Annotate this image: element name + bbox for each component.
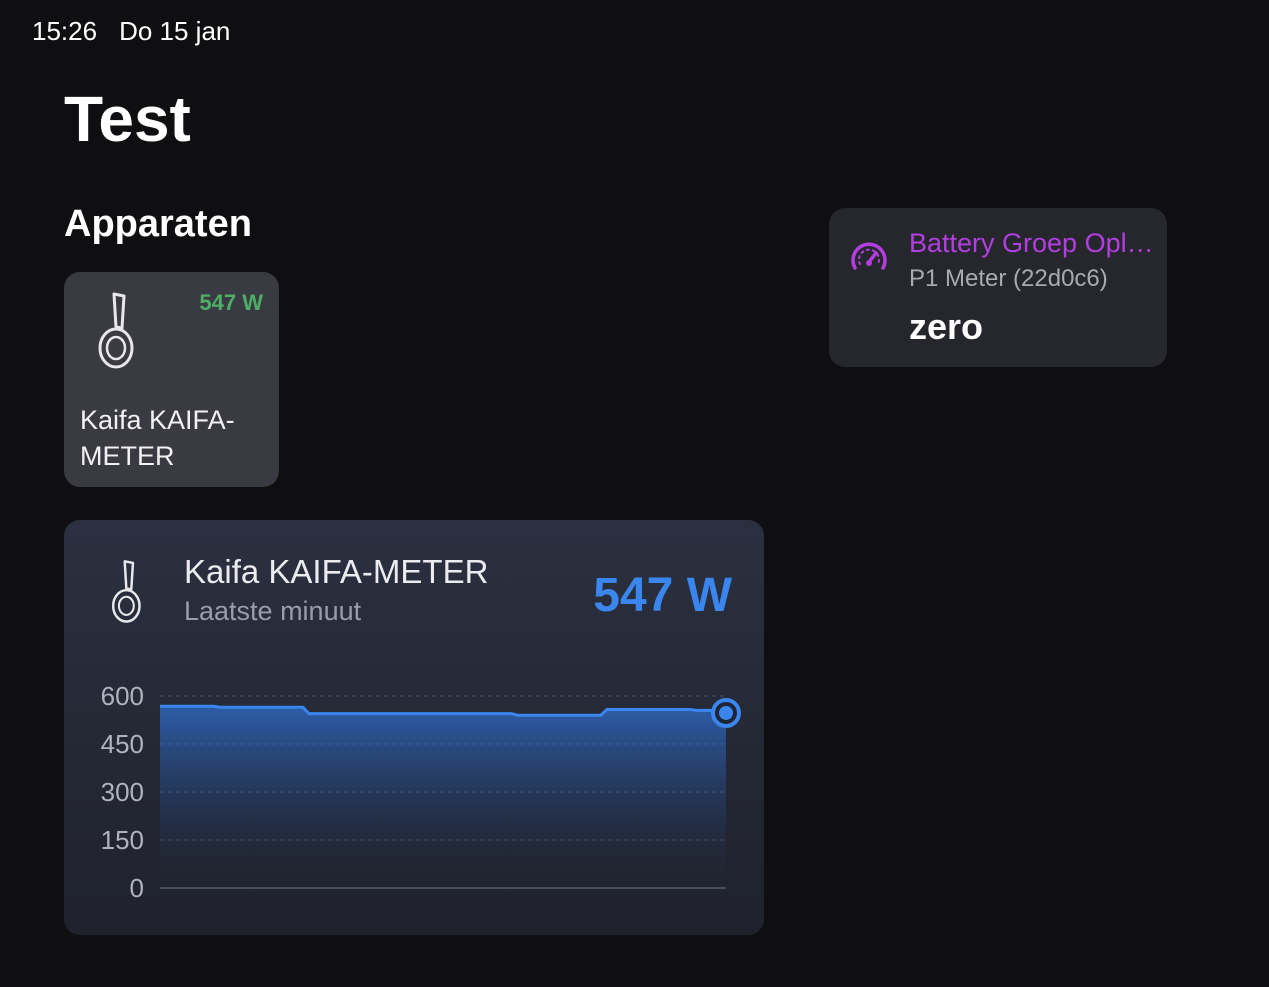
status-time: 15:26 xyxy=(32,16,98,46)
page-title: Test xyxy=(64,83,191,155)
status-date: Do 15 jan xyxy=(119,16,231,46)
battery-card-title: Battery Groep Opl… xyxy=(909,228,1154,258)
battery-card-value: zero xyxy=(909,306,984,347)
y-tick-label: 600 xyxy=(101,681,144,711)
status-bar: 15:26 Do 15 jan xyxy=(32,16,230,47)
gauge-icon xyxy=(849,238,889,283)
power-chart: 600 450 300 150 0 xyxy=(101,681,741,903)
battery-card-subtitle: P1 Meter (22d0c6) xyxy=(909,265,1108,292)
y-tick-label: 0 xyxy=(130,873,144,903)
current-point xyxy=(719,705,733,720)
battery-card[interactable]: Battery Groep Opl… P1 Meter (22d0c6) zer… xyxy=(829,208,1167,367)
y-tick-label: 300 xyxy=(101,777,144,807)
meter-probe-icon xyxy=(94,290,142,375)
power-chart-card[interactable]: Kaifa KAIFA-METER Laatste minuut 547 W 6… xyxy=(64,520,764,935)
section-title: Apparaten xyxy=(64,203,252,245)
y-tick-label: 150 xyxy=(101,825,144,855)
device-tile-value: 547 W xyxy=(199,290,263,315)
device-tile-kaifa[interactable]: 547 W Kaifa KAIFA-METER xyxy=(64,272,279,487)
device-tile-name: Kaifa KAIFA-METER xyxy=(80,405,235,471)
chart-area xyxy=(160,706,726,888)
y-tick-label: 450 xyxy=(101,729,144,759)
